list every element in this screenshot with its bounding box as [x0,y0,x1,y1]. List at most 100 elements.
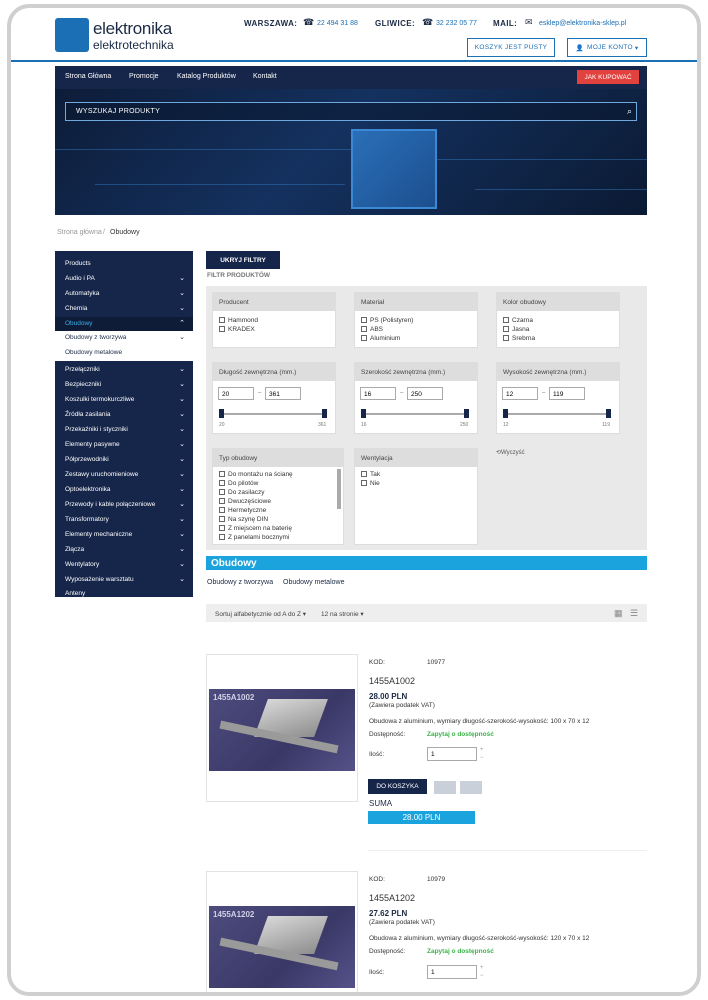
filter-option[interactable]: Czarna [503,317,533,324]
sidebar-item-transformatory[interactable]: Transformatory ⌄ [55,513,193,527]
sidebar-item-przelaczniki[interactable]: Przełączniki ⌄ [55,363,193,377]
search-icon[interactable]: ⌕ [627,106,632,117]
filter-option[interactable]: KRADEX [219,326,255,333]
filter-option[interactable]: Do zasilaczy [219,489,264,496]
product-vat: (Zawiera podatek VAT) [369,702,435,709]
dlugosc-max-input[interactable]: 361 [265,387,301,400]
wysokosc-max-input[interactable]: 119 [549,387,585,400]
sidebar-item-zrodla[interactable]: Źródła zasilania ⌄ [55,408,193,422]
sidebar-item-anteny[interactable]: Anteny [55,587,193,601]
filter-typ-title[interactable]: Typ obudowy [213,449,343,467]
filter-option[interactable]: Z panelami bocznymi [219,534,289,541]
filter-szerokosc-title[interactable]: Szerokość zewnętrzna (mm.) [355,363,477,381]
nav-item-kontakt[interactable]: Kontakt [253,73,277,80]
sidebar-item-przekazniki[interactable]: Przekaźniki i styczniki ⌄ [55,423,193,437]
product-name[interactable]: 1455A1002 [369,676,415,686]
sidebar-item-koszulki[interactable]: Koszulki termokurczliwe ⌄ [55,393,193,407]
product-image-card[interactable]: 1455A1002 [206,654,358,802]
filter-option[interactable]: Nie [361,480,380,487]
how-to-buy-button[interactable]: JAK KUPOWAĆ [577,70,639,84]
per-page-select[interactable]: 12 na stronie ▾ [321,610,364,618]
filter-material-title[interactable]: Materiał [355,293,477,311]
product-image-card[interactable]: 1455A1202 [206,871,358,992]
site-logo[interactable]: elektronika elektrotechnika [55,18,174,54]
dlugosc-min-input[interactable]: 20 [218,387,254,400]
warszawa-phone[interactable]: 22 494 31 88 [317,20,358,27]
filter-option[interactable]: Dwuczęściowe [219,498,271,505]
nav-item-home[interactable]: Strona Główna [65,73,111,80]
sidebar-item-obudowy[interactable]: Obudowy ⌃ [55,317,193,331]
quantity-input[interactable]: 1 [427,965,477,979]
add-to-cart-button[interactable]: DO KOSZYKA [368,779,427,794]
slider-handle[interactable] [322,409,327,418]
sidebar-item-chemia[interactable]: Chemia ⌄ [55,302,193,316]
cart-button[interactable]: KOSZYK JEST PUSTY [467,38,555,57]
filter-option[interactable]: ABS [361,326,383,333]
list-view-icon[interactable]: ☰ [630,608,638,619]
sidebar-item-audio[interactable]: Audio i PA ⌄ [55,272,193,286]
compare-icon[interactable] [460,781,482,794]
filter-wentylacja-title[interactable]: Wentylacja [355,449,477,467]
szerokosc-min-input[interactable]: 16 [360,387,396,400]
filter-option[interactable]: Hammond [219,317,258,324]
slider-handle[interactable] [606,409,611,418]
sidebar-item-pasywne[interactable]: Elementy pasywne ⌄ [55,438,193,452]
filter-wysokosc-title[interactable]: Wysokość zewnętrzna (mm.) [497,363,619,381]
filter-option[interactable]: Do montażu na ścianę [219,471,293,478]
product-name[interactable]: 1455A1202 [369,893,415,903]
subcategory-link[interactable]: Obudowy metalowe [283,579,344,586]
filter-producent-title[interactable]: Producent [213,293,335,311]
sidebar-subitem-metalowe[interactable]: Obudowy metalowe [55,345,193,361]
filter-option[interactable]: Na szynę DIN [219,516,268,523]
szerokosc-max-input[interactable]: 250 [407,387,443,400]
slider-handle[interactable] [361,409,366,418]
sort-order-select[interactable]: Sortuj alfabetycznie od A do Z ▾ [215,610,306,618]
filter-option[interactable]: Tak [361,471,380,478]
availability-link[interactable]: Zapytaj o dostępność [427,948,494,955]
slider-handle[interactable] [219,409,224,418]
slider-handle[interactable] [503,409,508,418]
filter-option[interactable]: PS (Polistyren) [361,317,413,324]
search-bar[interactable]: WYSZUKAJ PRODUKTY ⌕ [65,102,637,121]
filter-option[interactable]: Aluminium [361,335,400,342]
availability-link[interactable]: Zapytaj o dostępność [427,731,494,738]
hide-filters-button[interactable]: UKRYJ FILTRY [206,251,280,269]
quantity-stepper[interactable]: + − [480,964,484,980]
filter-option[interactable]: Hermetyczne [219,507,266,514]
sidebar-item-automatyka[interactable]: Automatyka ⌄ [55,287,193,301]
search-input[interactable]: WYSZUKAJ PRODUKTY [76,108,160,115]
sidebar-item-bezpieczniki[interactable]: Bezpieczniki ⌄ [55,378,193,392]
nav-item-katalog[interactable]: Katalog Produktów [177,73,236,80]
filter-option[interactable]: Srebrna [503,335,535,342]
account-button[interactable]: 👤 MOJE KONTO ▾ [567,38,647,57]
quantity-input[interactable]: 1 [427,747,477,761]
subcategory-link[interactable]: Obudowy z tworzywa [207,579,273,586]
filter-kolor-title[interactable]: Kolor obudowy [497,293,619,311]
mail-link[interactable]: esklep@elektronika-sklep.pl [539,20,626,27]
sidebar-item-przewody[interactable]: Przewody i kable połączeniowe ⌄ [55,498,193,512]
sidebar-subitem-tworzywa[interactable]: Obudowy z tworzywa ⌄ [55,331,193,345]
sidebar-item-zlacza[interactable]: Złącza ⌄ [55,543,193,557]
sidebar-item-mechaniczne[interactable]: Elementy mechaniczne ⌄ [55,528,193,542]
gliwice-phone[interactable]: 32 232 05 77 [436,20,477,27]
scrollbar[interactable] [337,469,341,509]
sidebar-item-wyposazenie[interactable]: Wyposażenie warsztatu ⌄ [55,573,193,587]
sidebar-item-wentylatory[interactable]: Wentylatory ⌄ [55,558,193,572]
sidebar-item-zestawy[interactable]: Zestawy uruchomieniowe ⌄ [55,468,193,482]
sidebar-item-polprzewodniki[interactable]: Półprzewodniki ⌄ [55,453,193,467]
slider-handle[interactable] [464,409,469,418]
breadcrumb-home[interactable]: Strona główna [57,229,102,236]
wysokosc-min-input[interactable]: 12 [502,387,538,400]
sidebar-item-products[interactable]: Products [55,257,193,271]
quantity-stepper[interactable]: + − [480,746,484,762]
wishlist-heart-icon[interactable] [434,781,456,794]
sidebar-item-optoelektronika[interactable]: Optoelektronika ⌄ [55,483,193,497]
filter-option[interactable]: Do pilotów [219,480,258,487]
nav-item-promocje[interactable]: Promocje [129,73,159,80]
filter-option[interactable]: Jasna [503,326,529,333]
grid-view-icon[interactable]: ▦ [614,608,623,619]
filter-option[interactable]: Z miejscem na baterię [219,525,292,532]
clear-filters-link[interactable]: ⟲Wyczyść [496,449,525,456]
filter-dlugosc-title[interactable]: Długość zewnętrzna (mm.) [213,363,335,381]
sidebar-item-label: Optoelektronika [65,486,111,493]
